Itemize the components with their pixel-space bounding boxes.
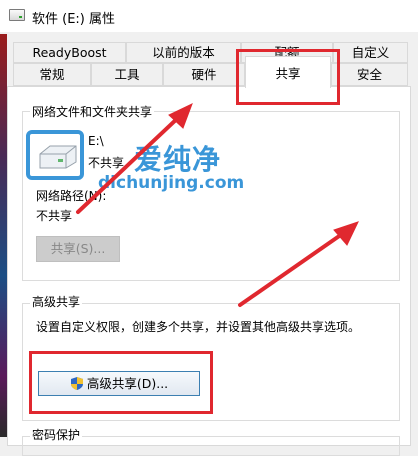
arrow-head-2	[333, 221, 359, 246]
arrow-to-description	[238, 230, 347, 307]
annotation-arrows	[76, 103, 359, 307]
arrow-to-sharing-tab	[76, 114, 182, 214]
